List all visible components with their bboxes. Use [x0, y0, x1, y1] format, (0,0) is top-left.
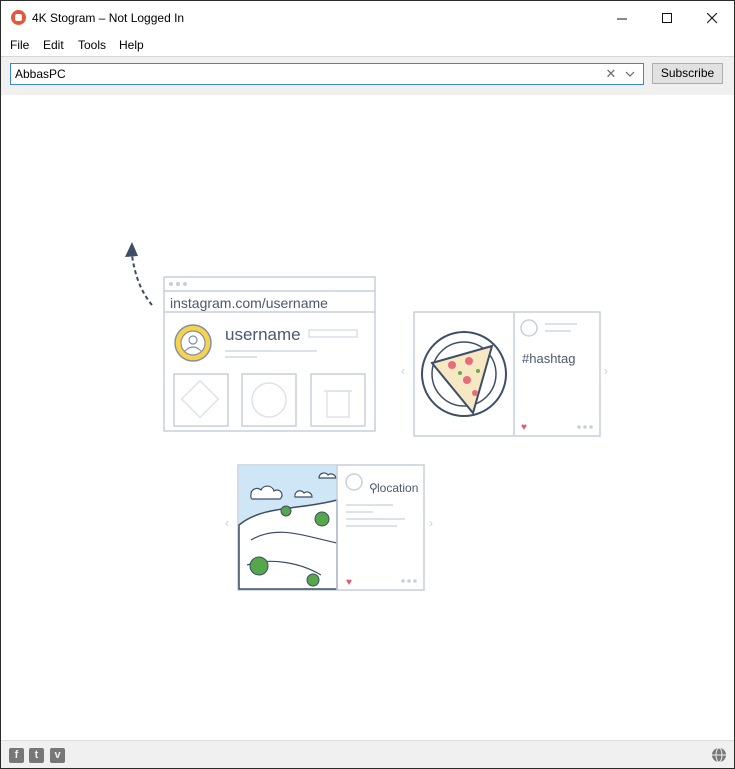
menu-bar: File Edit Tools Help — [1, 35, 734, 55]
hashtag-text: #hashtag — [522, 351, 576, 366]
footer-bar: f t v — [1, 740, 734, 768]
location-card-illustration: ‹ › ⚲ location ♥ — [225, 464, 433, 591]
svg-text:‹: ‹ — [225, 516, 229, 530]
globe-icon[interactable] — [711, 747, 727, 763]
app-logo-icon — [11, 10, 26, 25]
minimize-icon — [616, 18, 627, 19]
menu-edit[interactable]: Edit — [43, 38, 64, 52]
facebook-icon[interactable]: f — [9, 748, 24, 763]
window-title: 4K Stogram – Not Logged In — [32, 11, 185, 25]
close-icon — [706, 12, 717, 23]
svg-text:›: › — [429, 516, 433, 530]
maximize-button[interactable] — [644, 1, 690, 35]
menu-tools[interactable]: Tools — [78, 38, 106, 52]
search-input[interactable] — [15, 66, 595, 82]
maximize-icon — [661, 12, 672, 23]
onboarding-illustration: instagram.com/username username ‹ › #has… — [125, 242, 608, 591]
clear-icon[interactable]: ✕ — [604, 66, 618, 82]
username-text: username — [225, 325, 301, 344]
profile-card-illustration: instagram.com/username username — [163, 276, 376, 432]
close-button[interactable] — [689, 1, 734, 35]
svg-text:♥: ♥ — [346, 577, 352, 588]
toolbar: ✕ Subscribe — [1, 56, 734, 96]
arrow-up-icon — [125, 242, 153, 306]
minimize-button[interactable] — [599, 1, 645, 35]
location-text: location — [377, 481, 418, 495]
dropdown-chevron-icon[interactable] — [623, 66, 637, 82]
svg-text:›: › — [604, 364, 608, 378]
subscribe-button[interactable]: Subscribe — [652, 63, 723, 84]
main-content: instagram.com/username username ‹ › #has… — [1, 95, 734, 739]
title-bar: 4K Stogram – Not Logged In — [1, 1, 734, 35]
svg-text:‹: ‹ — [401, 364, 405, 378]
app-window: 4K Stogram – Not Logged In File Edit Too… — [0, 0, 735, 769]
svg-text:♥: ♥ — [521, 422, 527, 433]
search-box: ✕ — [10, 63, 644, 85]
vimeo-icon[interactable]: v — [50, 748, 65, 763]
url-text: instagram.com/username — [170, 295, 328, 311]
hashtag-card-illustration: ‹ › #hashtag ♥ — [401, 311, 608, 437]
menu-help[interactable]: Help — [119, 38, 144, 52]
twitter-icon[interactable]: t — [29, 748, 44, 763]
menu-file[interactable]: File — [10, 38, 29, 52]
